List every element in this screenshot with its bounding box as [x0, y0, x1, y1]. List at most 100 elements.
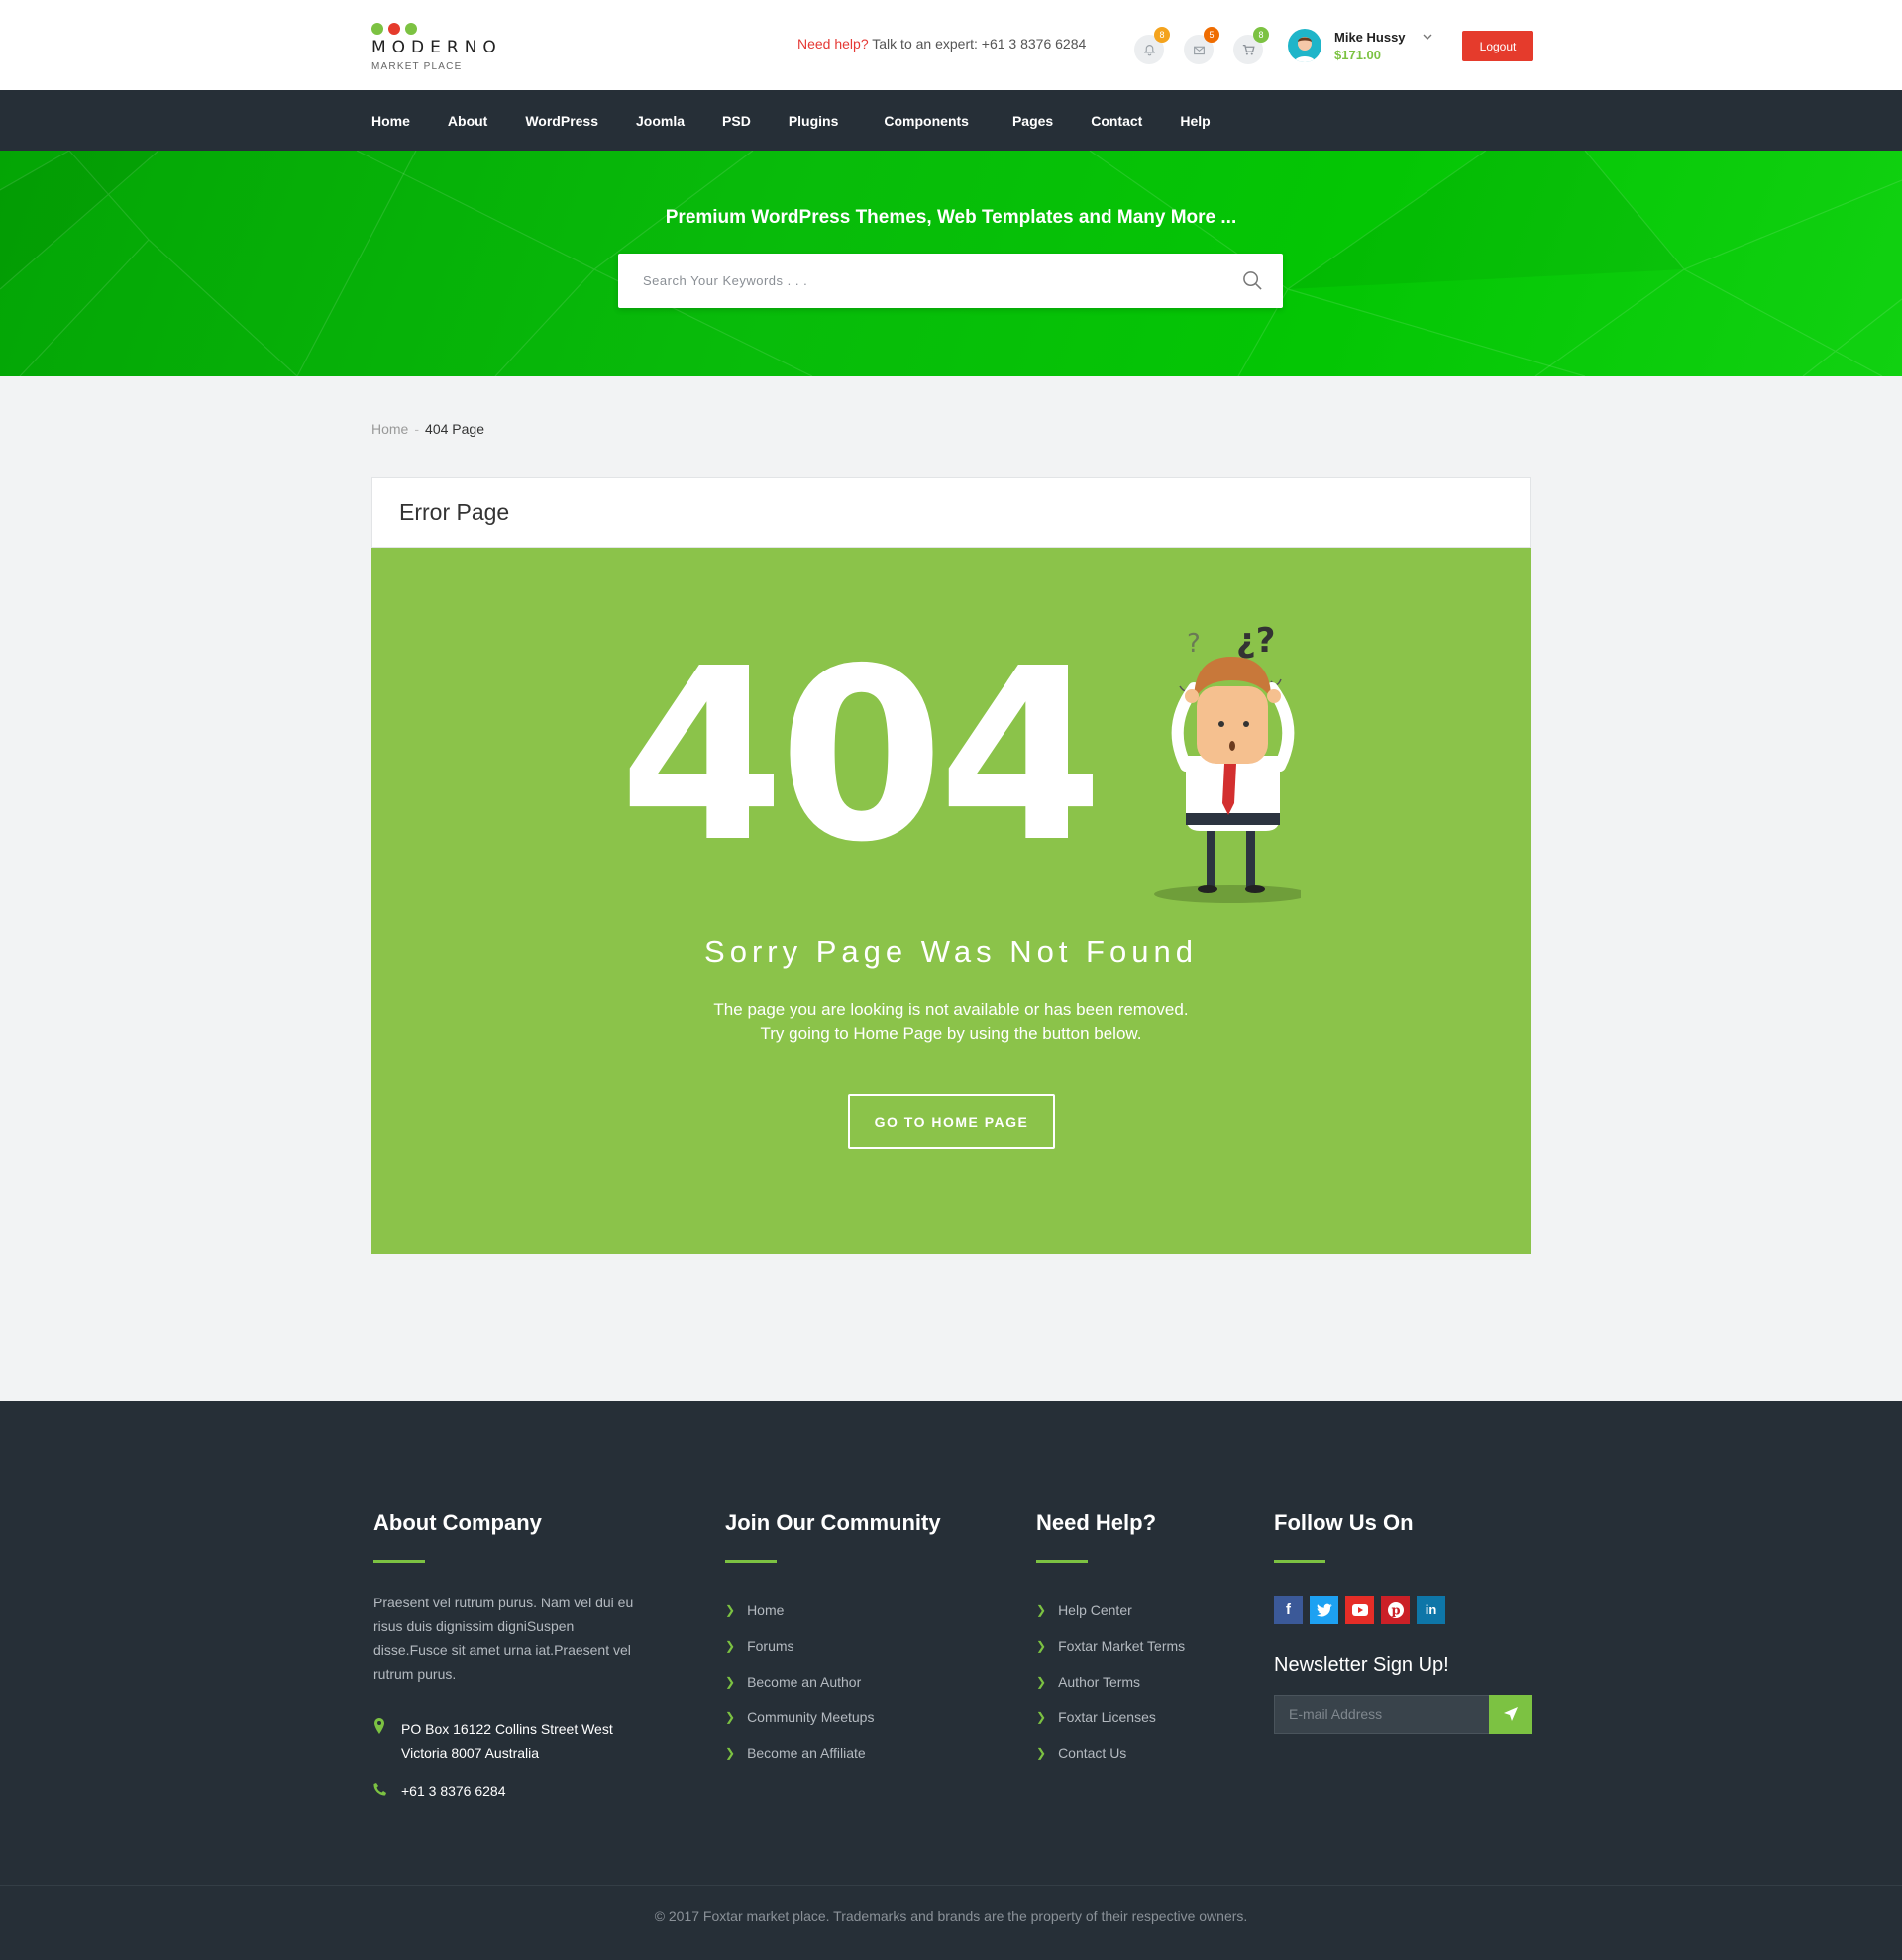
error-code: 404 [619, 617, 1104, 894]
chevron-right-icon: ❯ [725, 1675, 736, 1689]
map-pin-icon [373, 1717, 401, 1765]
nav-item-psd[interactable]: PSD [722, 113, 751, 129]
footer-about-underline [373, 1560, 425, 1563]
chevron-down-icon[interactable] [1422, 31, 1433, 43]
bell-icon [1143, 44, 1155, 55]
copyright: © 2017 Foxtar market place. Trademarks a… [654, 1908, 1248, 1924]
error-card-body: 404 ? ¿? Sorry Page Was Not Found The pa… [371, 548, 1531, 1254]
error-card: Error Page 404 ? ¿? Sorry Page Was Not F… [371, 477, 1531, 1254]
pinterest-icon[interactable]: p [1381, 1596, 1410, 1624]
footer-community-underline [725, 1560, 777, 1563]
youtube-icon[interactable] [1345, 1596, 1374, 1624]
messages-button[interactable]: 5 [1184, 27, 1219, 64]
nav-item-about[interactable]: About [448, 113, 487, 129]
footer-community-title: Join Our Community [725, 1510, 941, 1535]
error-heading: Sorry Page Was Not Found [704, 934, 1198, 969]
nav-item-home[interactable]: Home [371, 113, 410, 129]
error-description: The page you are looking is not availabl… [371, 998, 1531, 1046]
footer-link-help-center[interactable]: ❯ Help Center [1036, 1593, 1185, 1628]
cart-button[interactable]: 8 [1233, 27, 1269, 64]
footer-address-line1: PO Box 16122 Collins Street West [401, 1721, 613, 1737]
svg-text:¿?: ¿? [1236, 621, 1275, 661]
footer-about: About Company Praesent vel rutrum purus.… [373, 1510, 641, 1803]
footer-link-community-meetups[interactable]: ❯ Community Meetups [725, 1700, 941, 1735]
breadcrumb-home[interactable]: Home [371, 421, 408, 437]
user-info[interactable]: Mike Hussy $171.00 [1334, 30, 1406, 62]
main-nav: Home About WordPress Joomla PSD Plugins … [0, 90, 1902, 151]
error-card-title: Error Page [371, 477, 1531, 548]
footer-link-author-terms[interactable]: ❯ Author Terms [1036, 1664, 1185, 1700]
newsletter-submit-button[interactable] [1489, 1695, 1532, 1734]
chevron-right-icon: ❯ [725, 1746, 736, 1760]
nav-item-components[interactable]: Components [884, 113, 969, 129]
search-box [618, 254, 1283, 308]
footer-about-text: Praesent vel rutrum purus. Nam vel dui e… [373, 1595, 634, 1682]
footer-link-home[interactable]: ❯ Home [725, 1593, 941, 1628]
breadcrumb-current: 404 Page [425, 421, 484, 437]
avatar[interactable] [1288, 29, 1321, 62]
footer-phone: +61 3 8376 6284 [373, 1779, 641, 1803]
nav-item-plugins[interactable]: Plugins [789, 113, 839, 129]
top-header: MODERNO MARKET PLACE Need help? Talk to … [0, 0, 1902, 90]
footer-link-contact-us[interactable]: ❯ Contact Us [1036, 1735, 1185, 1771]
user-name: Mike Hussy [1334, 30, 1406, 45]
footer-phone-number[interactable]: +61 3 8376 6284 [401, 1779, 506, 1803]
footer-link-label: Foxtar Licenses [1058, 1709, 1156, 1725]
chevron-right-icon: ❯ [1036, 1639, 1047, 1653]
chevron-right-icon: ❯ [725, 1710, 736, 1724]
help-text: Talk to an expert: +61 3 8376 6284 [872, 36, 1087, 52]
confused-man-illustration: ? ¿? [1154, 621, 1301, 903]
notifications-button[interactable]: 8 [1134, 27, 1170, 64]
svg-text:p: p [1391, 1603, 1400, 1618]
footer-follow: Follow Us On f p in Newsletter Sign Up! [1274, 1510, 1532, 1734]
footer-link-label: Become an Affiliate [747, 1745, 866, 1761]
nav-item-contact[interactable]: Contact [1091, 113, 1142, 129]
chevron-right-icon: ❯ [1036, 1710, 1047, 1724]
logo-dots [371, 22, 417, 35]
twitter-icon[interactable] [1310, 1596, 1338, 1624]
search-icon[interactable] [1242, 270, 1263, 291]
facebook-icon[interactable]: f [1274, 1596, 1303, 1624]
footer-link-licenses[interactable]: ❯ Foxtar Licenses [1036, 1700, 1185, 1735]
error-description-line1: The page you are looking is not availabl… [713, 1000, 1189, 1019]
linkedin-icon[interactable]: in [1417, 1596, 1445, 1624]
newsletter-email-input[interactable] [1274, 1695, 1489, 1734]
help-label: Need help? [797, 36, 869, 52]
footer-link-label: Foxtar Market Terms [1058, 1638, 1186, 1654]
footer-link-become-affiliate[interactable]: ❯ Become an Affiliate [725, 1735, 941, 1771]
footer-link-label: Community Meetups [747, 1709, 875, 1725]
footer-address-line2: Victoria 8007 Australia [401, 1745, 540, 1761]
chevron-right-icon: ❯ [1036, 1746, 1047, 1760]
nav-item-pages[interactable]: Pages [1012, 113, 1053, 129]
user-balance: $171.00 [1334, 48, 1381, 62]
chevron-right-icon: ❯ [725, 1603, 736, 1617]
send-icon [1504, 1707, 1518, 1721]
help-line: Need help? Talk to an expert: +61 3 8376… [797, 36, 1086, 52]
go-home-button[interactable]: GO TO HOME PAGE [848, 1094, 1055, 1149]
notifications-badge: 8 [1154, 27, 1170, 43]
phone-icon [373, 1779, 401, 1803]
footer-link-become-author[interactable]: ❯ Become an Author [725, 1664, 941, 1700]
social-links: f p in [1274, 1596, 1532, 1624]
footer: About Company Praesent vel rutrum purus.… [0, 1401, 1902, 1960]
footer-link-label: Home [747, 1602, 785, 1618]
hero-banner: Premium WordPress Themes, Web Templates … [0, 151, 1902, 376]
footer-follow-underline [1274, 1560, 1325, 1563]
nav-item-help[interactable]: Help [1180, 113, 1210, 129]
footer-link-label: Become an Author [747, 1674, 862, 1690]
search-input[interactable] [618, 254, 1213, 308]
footer-community: Join Our Community ❯ Home ❯ Forums ❯ Become… [725, 1510, 941, 1771]
logout-button[interactable]: Logout [1462, 31, 1533, 61]
logo[interactable]: MODERNO MARKET PLACE [371, 16, 520, 75]
nav-item-wordpress[interactable]: WordPress [525, 113, 598, 129]
footer-link-forums[interactable]: ❯ Forums [725, 1628, 941, 1664]
newsletter-form [1274, 1695, 1532, 1734]
footer-address: PO Box 16122 Collins Street West Victori… [373, 1717, 641, 1765]
newsletter-title: Newsletter Sign Up! [1274, 1654, 1449, 1676]
nav-item-joomla[interactable]: Joomla [636, 113, 685, 129]
cart-icon [1242, 44, 1255, 55]
error-description-line2: Try going to Home Page by using the butt… [760, 1024, 1142, 1043]
footer-link-market-terms[interactable]: ❯ Foxtar Market Terms [1036, 1628, 1185, 1664]
footer-follow-title: Follow Us On [1274, 1510, 1414, 1535]
hero-title: Premium WordPress Themes, Web Templates … [665, 207, 1237, 228]
